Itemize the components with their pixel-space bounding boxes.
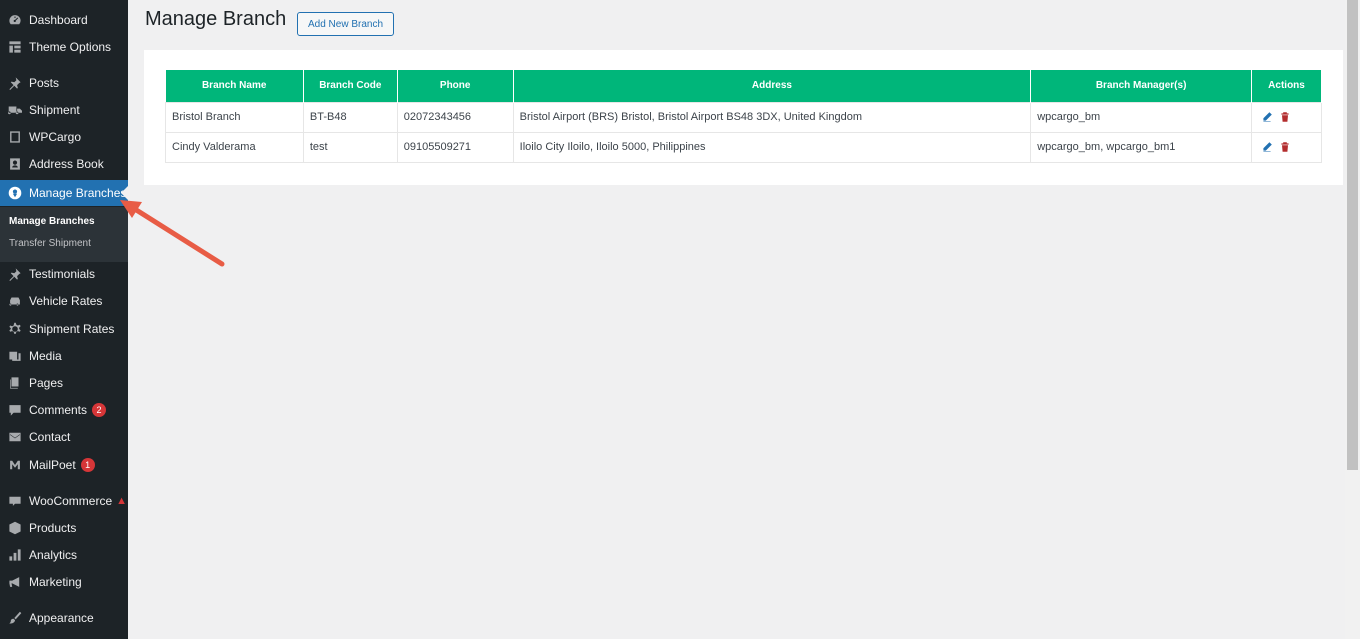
delete-trash-icon[interactable] — [1279, 141, 1291, 153]
submenu: Manage Branches Transfer Shipment — [0, 207, 128, 262]
sidebar-item-label: Address Book — [29, 157, 104, 171]
submenu-item-manage-branches[interactable]: Manage Branches — [9, 216, 95, 227]
sidebar-item-label: MailPoet — [29, 458, 76, 472]
sidebar-item-products[interactable]: Products — [0, 515, 128, 541]
annotation-arrow — [120, 200, 225, 267]
comment-icon — [8, 403, 22, 417]
delete-trash-icon[interactable] — [1279, 111, 1291, 123]
cell-actions — [1251, 131, 1322, 163]
sidebar-item-label: Vehicle Rates — [29, 294, 103, 308]
sidebar-item-appearance[interactable]: Appearance — [0, 605, 128, 631]
sidebar-item-mailpoet[interactable]: MailPoet 1 — [0, 452, 128, 478]
bar-chart-icon — [8, 548, 22, 562]
sidebar-item-wpcargo[interactable]: WPCargo — [0, 124, 128, 150]
sidebar-item-label: WooCommerce — [29, 494, 113, 508]
mail-icon — [8, 430, 22, 444]
sidebar-item-label: Products — [29, 521, 77, 535]
cell-actions — [1251, 101, 1322, 133]
sidebar-item-label: Theme Options — [29, 40, 112, 54]
sidebar-item-label: Pages — [29, 376, 64, 390]
cell-branch-name: Bristol Branch — [165, 101, 304, 133]
box-icon — [8, 521, 22, 535]
column-header-phone: Phone — [397, 70, 514, 102]
page-title: Manage Branch — [145, 8, 287, 30]
sidebar-item-media[interactable]: Media — [0, 343, 128, 369]
car-icon — [8, 294, 22, 308]
sidebar-item-theme-options[interactable]: Theme Options — [0, 34, 128, 60]
sidebar-item-testimonials[interactable]: Testimonials — [0, 261, 128, 287]
brush-icon — [8, 611, 22, 625]
add-new-branch-button[interactable]: Add New Branch — [297, 12, 394, 36]
sidebar-item-label: Manage Branches — [29, 186, 127, 200]
sidebar-item-address-book[interactable]: Address Book — [0, 151, 128, 177]
sidebar-item-dashboard[interactable]: Dashboard — [0, 7, 128, 33]
table-row: Cindy Valderama test 09105509271 Iloilo … — [165, 131, 1322, 163]
sidebar-item-label: Appearance — [29, 611, 94, 625]
document-icon — [8, 130, 22, 144]
edit-pencil-icon[interactable] — [1261, 141, 1273, 153]
pin-icon — [8, 76, 22, 90]
sidebar-item-label: Shipment Rates — [29, 322, 115, 336]
woo-icon — [8, 494, 22, 508]
scrollbar-thumb[interactable] — [1347, 0, 1358, 470]
cell-branch-code: BT-B48 — [302, 101, 398, 133]
sidebar-item-label: Comments — [29, 403, 88, 417]
sidebar-item-marketing[interactable]: Marketing — [0, 569, 128, 595]
media-icon — [8, 349, 22, 363]
sidebar-item-label: Shipment — [29, 103, 80, 117]
cell-address: Iloilo City Iloilo, Iloilo 5000, Philipp… — [512, 131, 1032, 163]
sidebar-item-label: Analytics — [29, 548, 78, 562]
cell-branch-managers: wpcargo_bm — [1030, 101, 1253, 133]
sidebar-item-comments[interactable]: Comments 2 — [0, 397, 128, 423]
cell-address: Bristol Airport (BRS) Bristol, Bristol A… — [512, 101, 1032, 133]
column-header-branch-code: Branch Code — [303, 70, 398, 102]
mailpoet-count-badge: 1 — [80, 458, 95, 472]
cell-phone: 02072343456 — [396, 101, 514, 133]
sidebar-item-label: Posts — [29, 76, 60, 90]
pin-icon — [8, 267, 22, 281]
sidebar-item-analytics[interactable]: Analytics — [0, 542, 128, 568]
column-header-address: Address — [513, 70, 1032, 102]
sidebar-item-shipment[interactable]: Shipment — [0, 97, 128, 123]
sidebar-item-woocommerce[interactable]: WooCommerce ▲ — [0, 488, 128, 514]
mailpoet-icon — [8, 458, 22, 472]
gear-icon — [8, 322, 22, 336]
sidebar-item-label: WPCargo — [29, 130, 82, 144]
table-row: Bristol Branch BT-B48 02072343456 Bristo… — [165, 101, 1322, 133]
branches-table: Branch Name Branch Code Phone Address Br… — [165, 70, 1322, 163]
cell-branch-managers: wpcargo_bm, wpcargo_bm1 — [1030, 131, 1253, 163]
sidebar-item-label: Testimonials — [29, 267, 96, 281]
sidebar-item-manage-branches[interactable]: Manage Branches — [0, 180, 128, 206]
column-header-branch-managers: Branch Manager(s) — [1030, 70, 1253, 102]
branches-panel: Branch Name Branch Code Phone Address Br… — [144, 50, 1343, 185]
dashboard-icon — [8, 13, 22, 27]
table-header-row: Branch Name Branch Code Phone Address Br… — [165, 70, 1322, 102]
sidebar-item-vehicle-rates[interactable]: Vehicle Rates — [0, 288, 128, 314]
cell-branch-code: test — [302, 131, 398, 163]
column-header-branch-name: Branch Name — [165, 70, 304, 102]
cell-phone: 09105509271 — [396, 131, 514, 163]
submenu-item-transfer-shipment[interactable]: Transfer Shipment — [9, 238, 91, 249]
cell-branch-name: Cindy Valderama — [165, 131, 304, 163]
grid-icon — [8, 40, 22, 54]
megaphone-icon — [8, 575, 22, 589]
addressbook-icon — [8, 157, 22, 171]
truck-icon — [8, 103, 22, 117]
sidebar-item-label: Contact — [29, 430, 71, 444]
admin-sidebar: Dashboard Theme Options Posts Shipment W… — [0, 0, 128, 639]
comments-count-badge: 2 — [92, 403, 107, 417]
sidebar-item-label: Marketing — [29, 575, 82, 589]
warning-icon: ▲ — [116, 495, 128, 507]
sidebar-item-contact[interactable]: Contact — [0, 424, 128, 450]
page-scrollbar[interactable] — [1345, 0, 1360, 639]
column-header-actions: Actions — [1251, 70, 1322, 102]
sidebar-item-posts[interactable]: Posts — [0, 70, 128, 96]
location-icon — [8, 186, 22, 200]
edit-pencil-icon[interactable] — [1261, 111, 1273, 123]
pages-icon — [8, 376, 22, 390]
sidebar-item-shipment-rates[interactable]: Shipment Rates — [0, 316, 128, 342]
sidebar-item-label: Media — [29, 349, 62, 363]
sidebar-item-pages[interactable]: Pages — [0, 370, 128, 396]
sidebar-item-label: Dashboard — [29, 13, 88, 27]
